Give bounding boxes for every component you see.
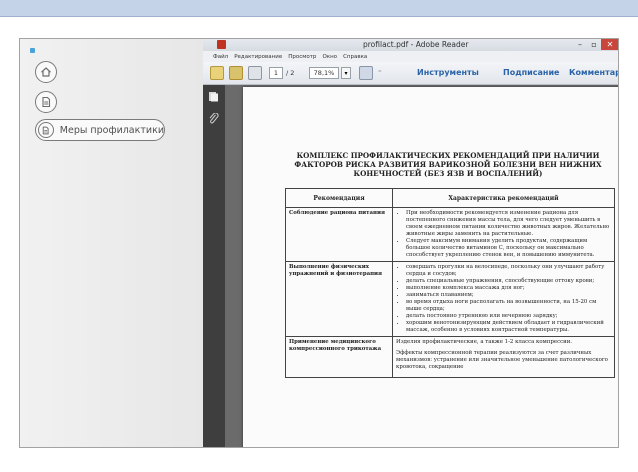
page-number-input[interactable]: 1 [269,67,283,79]
paragraph: Изделия профилактические, а также 1-2 кл… [396,339,573,345]
list-item: совершать прогулки на велосипеде, поскол… [406,264,611,278]
menu-edit[interactable]: Редактирование [234,54,282,60]
pdf-reader-window: profilact.pdf - Adobe Reader – ▫ ✕ Файл … [203,39,618,447]
list-item: делать специальные упражнения, способств… [406,278,611,285]
table-header-row: Рекомендация Характеристика рекомендаций [285,188,615,208]
window-title: profilact.pdf - Adobe Reader [363,40,469,49]
panel-marker-icon [30,48,35,53]
home-icon [41,67,51,77]
table-row: Выполнение физических упражнений и физио… [285,261,615,337]
document-icon [38,122,54,138]
list-item: выполнение комплекса массажа для ног; [406,285,611,292]
document-title-line: КОНЕЧНОСТЕЙ (БЕЗ ЯЗВ И ВОСПАЛЕНИЙ) [353,169,543,178]
list-item: во время отдыха ноги располагать на возв… [406,299,611,313]
zoom-dropdown-button[interactable]: ▾ [341,67,351,79]
toolbar-more-icon[interactable]: ⁼ [378,69,382,77]
table-row: Соблюдение рациона питания При необходим… [285,207,615,262]
print-icon[interactable] [248,66,262,80]
page-total: / 2 [286,69,295,77]
menu-window[interactable]: Окно [322,54,337,60]
document-title-line: КОМПЛЕКС ПРОФИЛАКТИЧЕСКИХ РЕКОМЕНДАЦИЙ П… [296,151,600,160]
close-button[interactable]: ✕ [601,39,618,50]
attachments-icon[interactable] [208,113,219,124]
description-cell: При необходимости рекомендуется изменени… [392,207,615,262]
column-header: Рекомендация [285,188,393,208]
save-file-icon[interactable] [229,66,243,80]
pdf-page: КОМПЛЕКС ПРОФИЛАКТИЧЕСКИХ РЕКОМЕНДАЦИЙ П… [243,87,618,447]
pages-panel-icon[interactable] [208,91,219,102]
list-item: При необходимости рекомендуется изменени… [406,210,611,238]
recommendation-cell: Применение медицинского компрессионного … [285,336,393,378]
menu-help[interactable]: Справка [343,54,367,60]
minimize-button[interactable]: – [573,39,587,50]
list-item: заниматься плаванием; [406,292,611,299]
menu-view[interactable]: Просмотр [288,54,316,60]
left-panel: Меры профилактики [20,39,203,447]
document-view[interactable]: КОМПЛЕКС ПРОФИЛАКТИЧЕСКИХ РЕКОМЕНДАЦИЙ П… [225,85,618,447]
app-frame: Меры профилактики profilact.pdf - Adobe … [19,38,619,448]
document-title-line: ФАКТОРОВ РИСКА РАЗВИТИЯ ВАРИКОЗНОЙ БОЛЕЗ… [294,160,602,169]
document-button[interactable] [35,91,57,113]
fit-page-icon[interactable] [359,66,373,80]
document-title: КОМПЛЕКС ПРОФИЛАКТИЧЕСКИХ РЕКОМЕНДАЦИЙ П… [283,151,613,178]
column-header: Характеристика рекомендаций [392,188,615,208]
list-item: хорошим венотонизирующим действием облад… [406,320,611,334]
document-icon [42,96,51,108]
list-item: делать постоянно утреннюю или вечернюю з… [406,313,611,320]
zoom-input[interactable]: 78,1% [309,67,339,79]
open-file-icon[interactable] [210,66,224,80]
menu-bar: Файл Редактирование Просмотр Окно Справк… [203,51,618,62]
home-button[interactable] [35,61,57,83]
reader-toolbar: 1 / 2 78,1% ▾ ⁼ Инструменты Подписание К… [203,62,618,85]
table-row: Применение медицинского компрессионного … [285,336,615,378]
recommendation-cell: Выполнение физических упражнений и физио… [285,261,393,337]
list-item: Следует максимум внимания уделить продук… [406,238,611,259]
description-cell: Изделия профилактические, а также 1-2 кл… [392,336,615,378]
maximize-button[interactable]: ▫ [587,39,601,50]
nav-item-label: Меры профилактики [59,124,164,136]
comments-link[interactable]: Комментарии [569,68,618,77]
top-bar [0,0,638,17]
menu-file[interactable]: Файл [213,54,228,60]
tools-link[interactable]: Инструменты [417,68,479,77]
nav-item-prevention-measures[interactable]: Меры профилактики [35,119,165,141]
recommendations-table: Рекомендация Характеристика рекомендаций… [285,188,615,378]
sign-link[interactable]: Подписание [503,68,559,77]
description-cell: совершать прогулки на велосипеде, поскол… [392,261,615,337]
paragraph: Эффекты компрессионной терапии реализуют… [396,350,608,370]
acrobat-icon [217,40,226,49]
reader-title-bar: profilact.pdf - Adobe Reader – ▫ ✕ [203,39,618,51]
recommendation-cell: Соблюдение рациона питания [285,207,393,262]
navigation-sidebar [203,85,225,447]
